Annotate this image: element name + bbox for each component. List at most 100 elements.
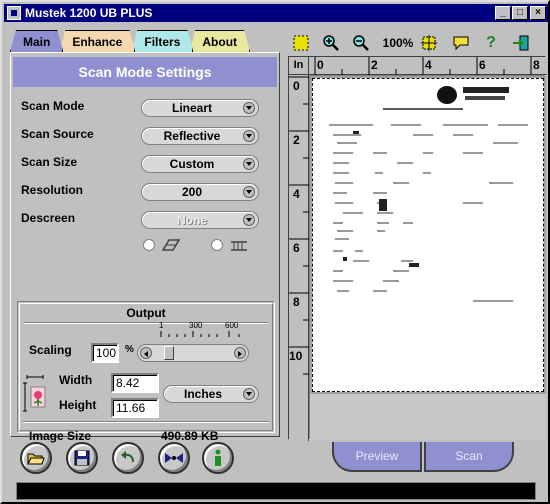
preview-toolbar: 100% ? <box>288 30 546 56</box>
chevron-right-icon[interactable] <box>234 347 246 359</box>
zoom-in-icon <box>323 35 339 51</box>
percent-unit: % <box>125 344 134 355</box>
divider <box>23 421 269 423</box>
undo-arrow-icon <box>121 451 134 463</box>
zoom-out-button[interactable] <box>350 32 372 54</box>
floppy-disk-icon <box>74 450 90 466</box>
dimension-icon <box>23 375 46 412</box>
chevron-down-icon <box>243 388 255 400</box>
exit-button[interactable] <box>510 32 532 54</box>
screen-pattern-icon <box>231 241 247 251</box>
scan-source-label: Scan Source <box>21 127 94 141</box>
preview-button[interactable]: Preview <box>332 442 422 472</box>
descreen-dropdown: None <box>141 211 259 229</box>
resolution-value: 200 <box>181 185 203 199</box>
status-bar <box>16 482 536 500</box>
fit-page-button[interactable] <box>418 32 440 54</box>
descreen-option-1-radio[interactable] <box>143 239 155 251</box>
main-tab-pane: Scan Mode Settings Scan Mode Lineart Sca… <box>10 52 280 443</box>
info-button[interactable] <box>202 442 234 474</box>
chevron-down-icon <box>243 214 255 226</box>
window-title: Mustek 1200 UB PLUS <box>25 6 153 20</box>
resolution-dropdown[interactable]: 200 <box>141 183 259 201</box>
minimize-button[interactable]: _ <box>495 6 511 20</box>
tab-enhance[interactable]: Enhance <box>59 30 135 52</box>
reset-button[interactable] <box>158 442 190 474</box>
zoom-in-button[interactable] <box>320 32 342 54</box>
image-size-label: Image Size <box>29 429 92 443</box>
close-button[interactable]: × <box>530 6 546 20</box>
ruler-h-label: 8 <box>533 58 540 72</box>
title-bar: Mustek 1200 UB PLUS _ □ × <box>4 4 548 22</box>
scan-mode-dropdown[interactable]: Lineart <box>141 99 259 117</box>
ruler-h-label: 0 <box>317 58 324 72</box>
tab-filters[interactable]: Filters <box>131 30 193 52</box>
scan-mode-label: Scan Mode <box>21 99 85 113</box>
width-label: Width <box>59 373 93 387</box>
vertical-ruler: 0 2 4 6 8 10 <box>289 75 309 441</box>
tick-label: 600 <box>225 321 239 330</box>
ruler-v-label: 0 <box>293 79 300 93</box>
question-mark-icon: ? <box>486 34 496 51</box>
ruler-v-label: 8 <box>293 295 300 309</box>
maximize-button[interactable]: □ <box>512 6 528 20</box>
scan-source-value: Reflective <box>163 129 221 143</box>
section-header: Scan Mode Settings <box>13 57 277 87</box>
scanner-window: Mustek 1200 UB PLUS _ □ × Main Enhance F… <box>0 0 550 504</box>
tab-strip: Main Enhance Filters About <box>10 30 246 52</box>
settings-panel: Main Enhance Filters About Scan Mode Set… <box>6 26 284 443</box>
preview-canvas[interactable] <box>310 76 546 440</box>
descreen-value: None <box>177 213 207 227</box>
scaling-slider[interactable] <box>137 344 249 362</box>
app-icon <box>7 6 21 20</box>
ruler-h-label: 4 <box>425 58 432 72</box>
marquee-select-icon <box>293 35 309 51</box>
select-area-button[interactable] <box>290 32 312 54</box>
chevron-left-icon[interactable] <box>140 347 152 359</box>
info-icon <box>215 449 221 466</box>
action-bar: Preview Scan <box>288 442 546 476</box>
chevron-down-icon <box>243 158 255 170</box>
reset-arrows-icon <box>165 453 183 463</box>
undo-button[interactable] <box>112 442 144 474</box>
scaling-ticks: 1 300 600 <box>159 321 249 341</box>
scan-size-label: Scan Size <box>21 155 78 169</box>
height-input[interactable]: 11.66 <box>111 398 159 418</box>
descreen-option-2-radio[interactable] <box>211 239 223 251</box>
scan-size-dropdown[interactable]: Custom <box>141 155 259 173</box>
scanned-page-preview[interactable] <box>312 78 544 392</box>
open-button[interactable] <box>20 442 52 474</box>
ruler-h-label: 2 <box>371 58 378 72</box>
help-button[interactable]: ? <box>480 32 502 54</box>
fit-page-icon <box>421 35 437 51</box>
speech-bubble-icon <box>453 36 469 51</box>
units-dropdown[interactable]: Inches <box>163 385 259 403</box>
scaling-input[interactable]: 100 <box>91 343 119 363</box>
chevron-down-icon <box>243 130 255 142</box>
exit-door-icon <box>513 35 529 51</box>
width-input[interactable]: 8.42 <box>111 373 159 393</box>
chevron-down-icon <box>243 186 255 198</box>
tab-about[interactable]: About <box>189 30 250 52</box>
scan-size-value: Custom <box>169 157 215 171</box>
scan-mode-value: Lineart <box>171 101 212 115</box>
ruler-v-label: 10 <box>289 349 303 363</box>
height-label: Height <box>59 398 97 412</box>
slider-thumb[interactable] <box>164 346 174 360</box>
zoom-out-icon <box>353 35 369 51</box>
output-title: Output <box>126 306 166 320</box>
folder-open-icon <box>27 453 45 465</box>
horizontal-ruler: 0 2 4 6 8 <box>309 57 547 75</box>
zoom-100-button[interactable]: 100% <box>380 32 416 54</box>
document-thumbnail <box>329 86 528 302</box>
save-button[interactable] <box>66 442 98 474</box>
scan-button[interactable]: Scan <box>424 442 514 472</box>
chevron-down-icon <box>243 102 255 114</box>
tick-label: 1 <box>159 321 164 330</box>
tab-main[interactable]: Main <box>10 30 63 52</box>
halftone-icon <box>161 239 181 251</box>
help-tip-button[interactable] <box>450 32 472 54</box>
resolution-label: Resolution <box>21 183 83 197</box>
tick-label: 300 <box>189 321 203 330</box>
scan-source-dropdown[interactable]: Reflective <box>141 127 259 145</box>
